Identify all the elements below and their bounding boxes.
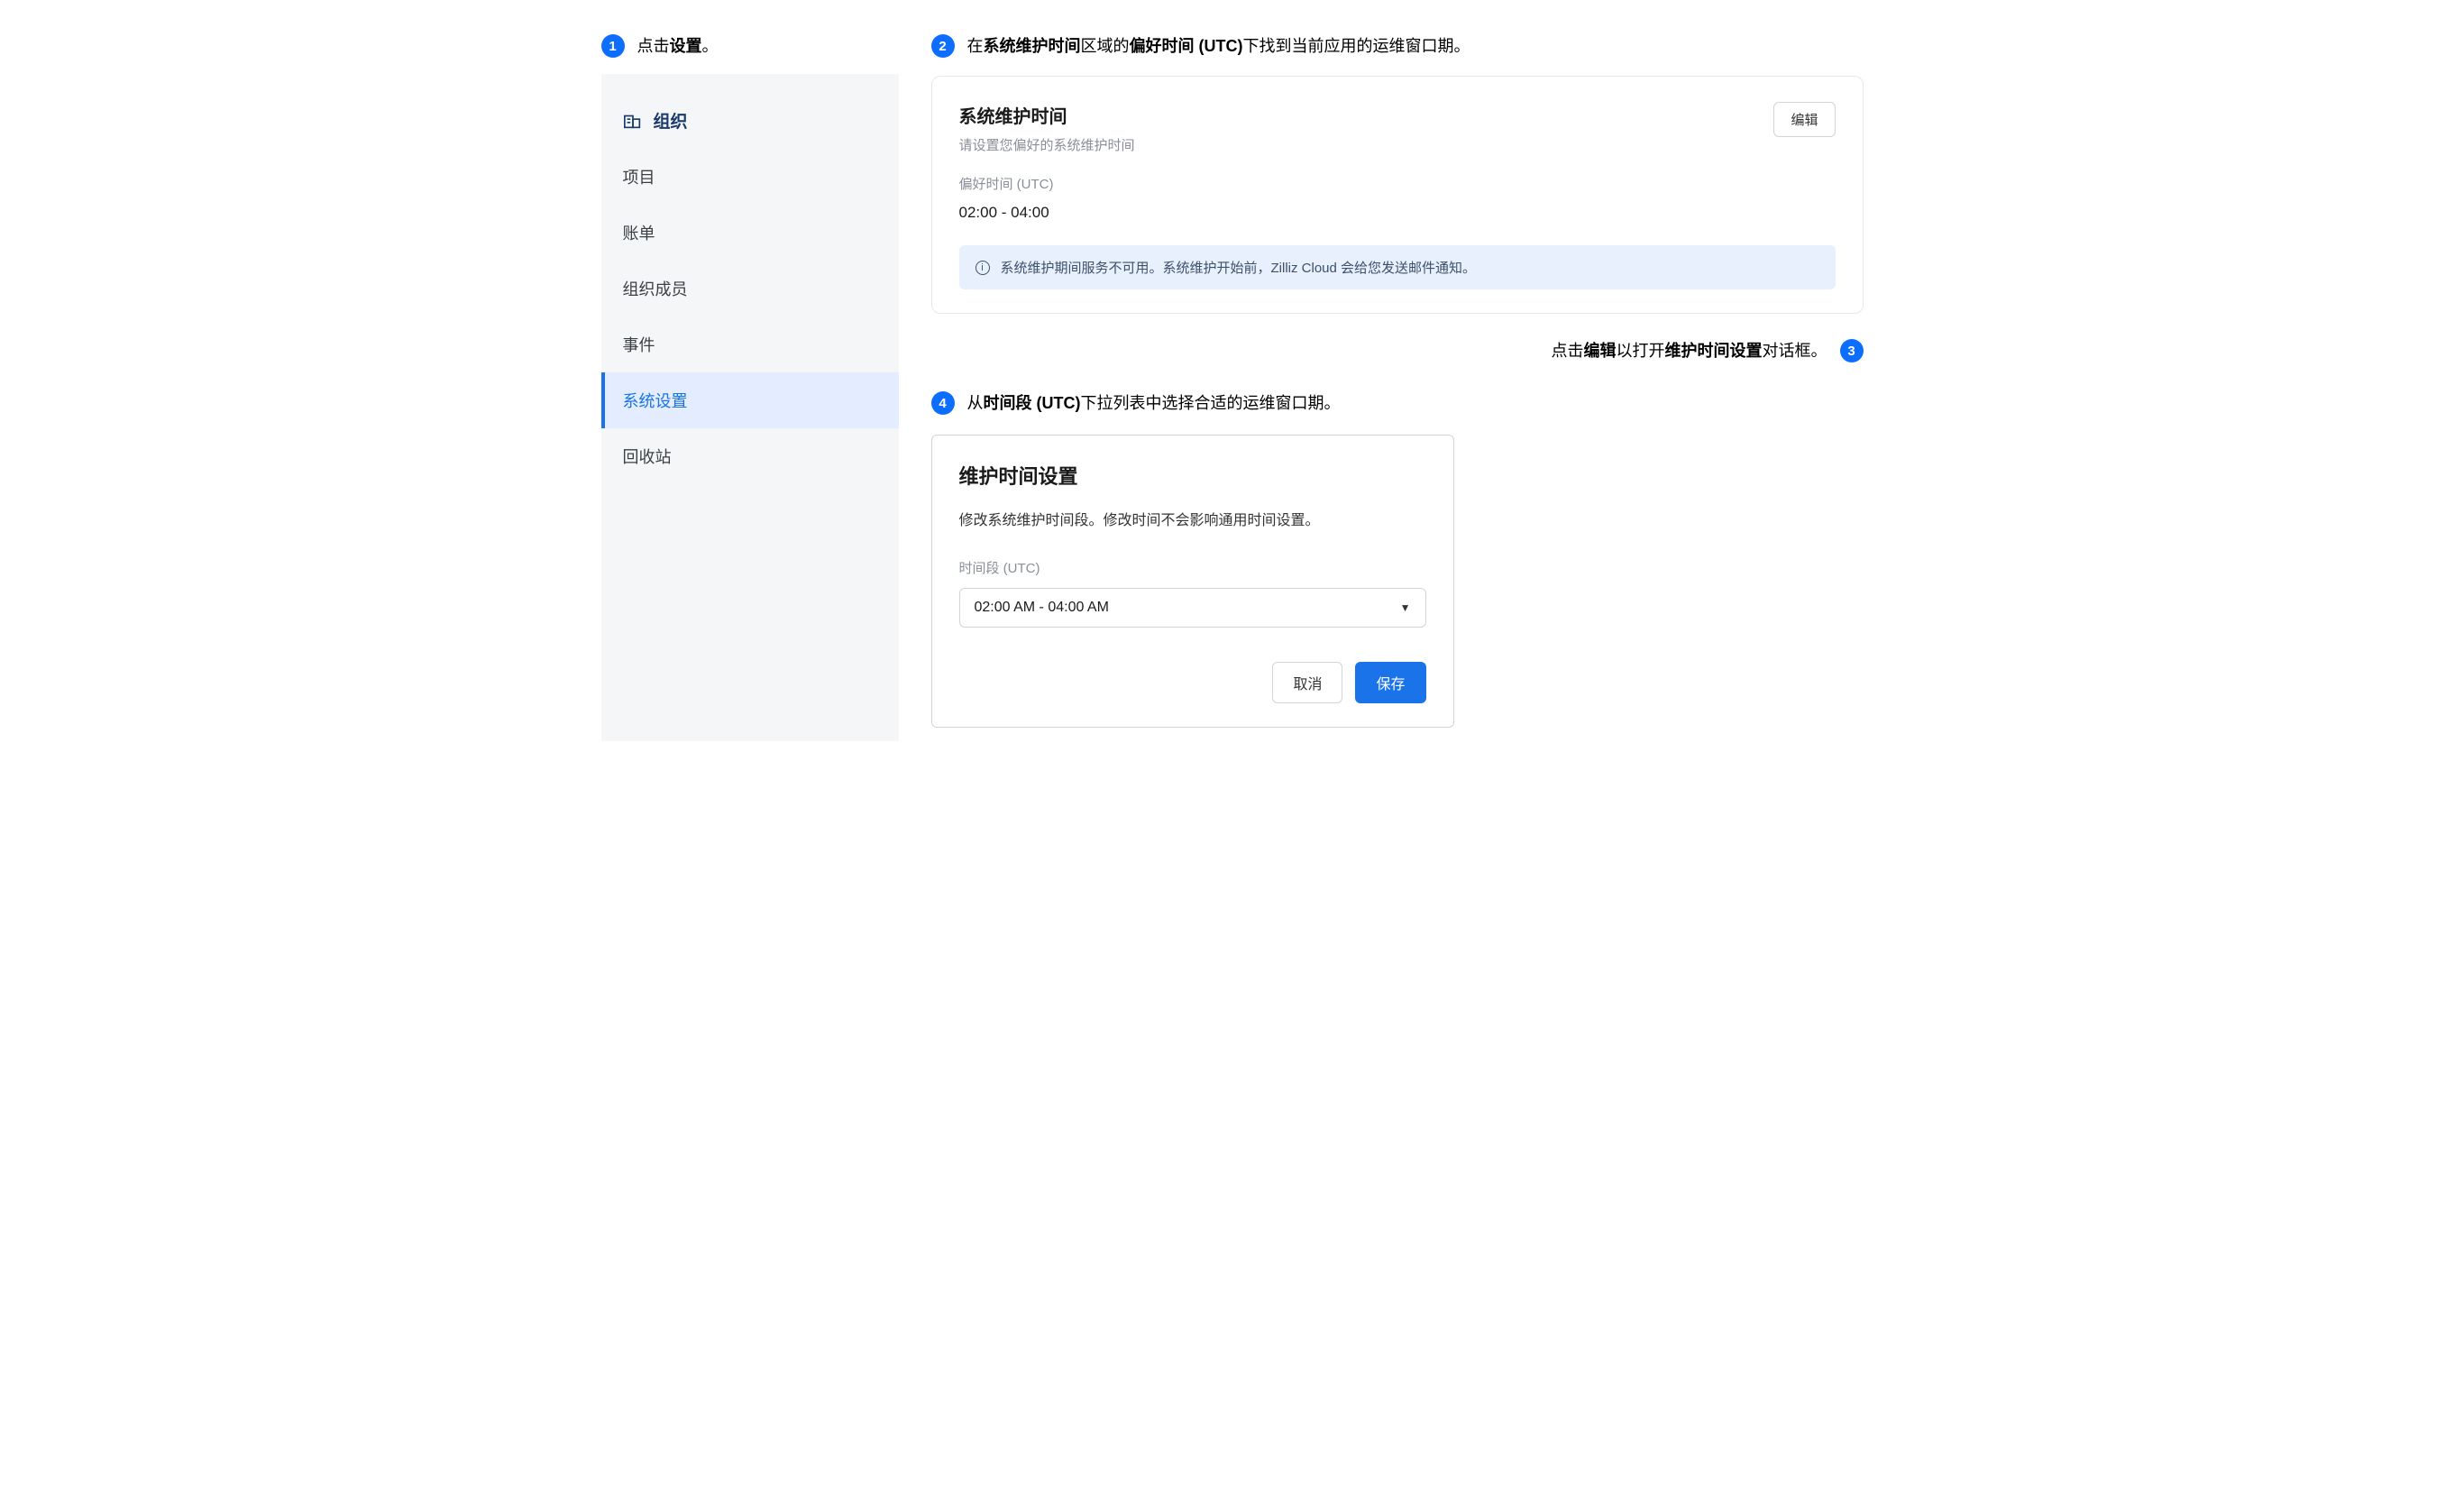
sidebar-item-label: 事件 bbox=[623, 333, 655, 356]
sidebar-item-label: 组织成员 bbox=[623, 277, 688, 300]
step-2-text: 在系统维护时间区域的偏好时间 (UTC)下找到当前应用的运维窗口期。 bbox=[967, 34, 1470, 58]
sidebar-item-label: 账单 bbox=[623, 221, 655, 244]
step-badge-4: 4 bbox=[931, 391, 955, 415]
info-banner: i 系统维护期间服务不可用。系统维护开始前，Zilliz Cloud 会给您发送… bbox=[959, 245, 1836, 289]
step-badge-3: 3 bbox=[1840, 339, 1864, 362]
panel-title: 系统维护时间 bbox=[959, 102, 1135, 128]
sidebar-item-org[interactable]: 组织 bbox=[601, 92, 899, 149]
sidebar-item-billing[interactable]: 账单 bbox=[601, 205, 899, 261]
chevron-down-icon: ▼ bbox=[1400, 601, 1411, 614]
time-range-select[interactable]: 02:00 AM - 04:00 AM ▼ bbox=[959, 588, 1426, 628]
sidebar-item-recycle[interactable]: 回收站 bbox=[601, 428, 899, 484]
panel-subtitle: 请设置您偏好的系统维护时间 bbox=[959, 135, 1135, 154]
step-badge-2: 2 bbox=[931, 34, 955, 58]
sidebar-item-projects[interactable]: 项目 bbox=[601, 149, 899, 205]
sidebar-item-label: 项目 bbox=[623, 165, 655, 188]
info-icon: i bbox=[976, 261, 990, 275]
pref-time-label: 偏好时间 (UTC) bbox=[959, 174, 1836, 193]
save-button[interactable]: 保存 bbox=[1355, 662, 1425, 703]
dialog-field-label: 时间段 (UTC) bbox=[959, 558, 1426, 577]
step-1-text: 点击设置。 bbox=[637, 34, 719, 58]
maintenance-panel: 系统维护时间 请设置您偏好的系统维护时间 编辑 偏好时间 (UTC) 02:00… bbox=[931, 76, 1864, 314]
pref-time-value: 02:00 - 04:00 bbox=[959, 204, 1836, 222]
sidebar-item-system-settings[interactable]: 系统设置 bbox=[601, 372, 899, 428]
sidebar-org-label: 组织 bbox=[654, 108, 688, 133]
cancel-button[interactable]: 取消 bbox=[1272, 662, 1342, 703]
step-badge-1: 1 bbox=[601, 34, 625, 58]
building-icon bbox=[623, 112, 643, 130]
sidebar-item-events[interactable]: 事件 bbox=[601, 316, 899, 372]
sidebar-item-members[interactable]: 组织成员 bbox=[601, 261, 899, 316]
maintenance-dialog: 维护时间设置 修改系统维护时间段。修改时间不会影响通用时间设置。 时间段 (UT… bbox=[931, 435, 1454, 728]
dialog-description: 修改系统维护时间段。修改时间不会影响通用时间设置。 bbox=[959, 508, 1426, 529]
sidebar: 组织 项目 账单 组织成员 事件 系统设置 回收站 bbox=[601, 74, 899, 741]
sidebar-item-label: 系统设置 bbox=[623, 389, 688, 412]
sidebar-item-label: 回收站 bbox=[623, 445, 672, 468]
edit-button[interactable]: 编辑 bbox=[1773, 102, 1835, 137]
info-text: 系统维护期间服务不可用。系统维护开始前，Zilliz Cloud 会给您发送邮件… bbox=[1001, 258, 1477, 277]
dialog-title: 维护时间设置 bbox=[959, 461, 1426, 490]
step-3-text: 点击编辑以打开维护时间设置对话框。 bbox=[1552, 339, 1827, 362]
step-4-text: 从时间段 (UTC)下拉列表中选择合适的运维窗口期。 bbox=[967, 391, 1341, 415]
select-value: 02:00 AM - 04:00 AM bbox=[975, 600, 1109, 616]
